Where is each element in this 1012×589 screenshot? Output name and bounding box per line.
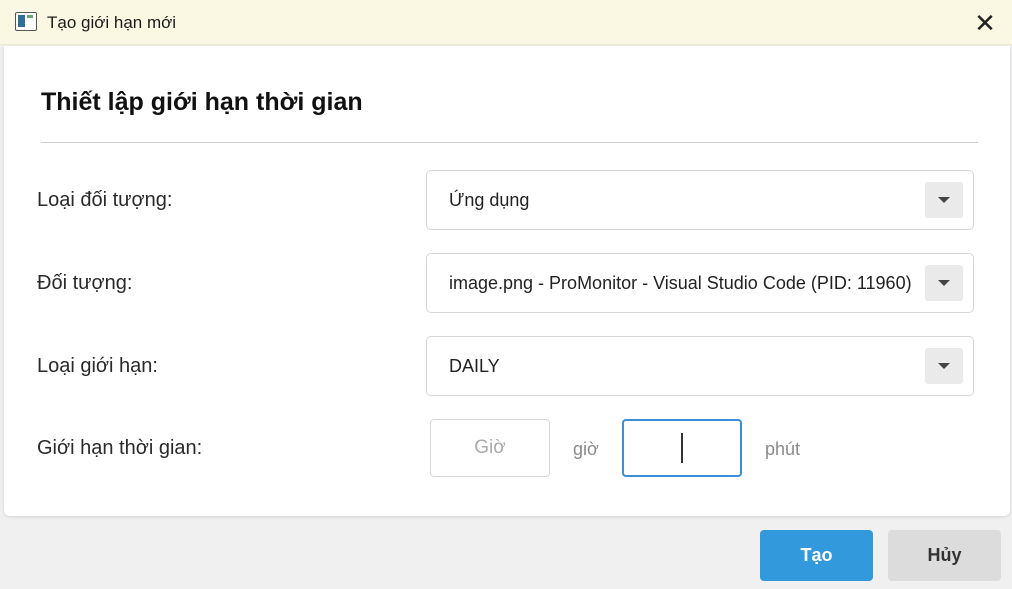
close-icon: ✕ (974, 7, 996, 38)
object-type-select[interactable]: Ứng dụng (426, 170, 974, 230)
limit-type-label: Loại giới hạn: (37, 355, 158, 377)
minutes-unit-label: phút (765, 439, 801, 459)
hours-unit-label: giờ (573, 439, 599, 459)
object-type-dropdown-button[interactable] (925, 182, 963, 218)
limit-type-select[interactable]: DAILY (426, 336, 974, 396)
chevron-down-icon (938, 280, 950, 286)
form-heading: Thiết lập giới hạn thời gian (41, 88, 363, 116)
window-title: Tạo giới hạn mới (47, 13, 177, 32)
chevron-down-icon (938, 363, 950, 369)
title-bar: Tạo giới hạn mới ✕ (0, 0, 1012, 45)
time-limit-label: Giới hạn thời gian: (37, 437, 203, 459)
object-value: image.png - ProMonitor - Visual Studio C… (449, 273, 912, 293)
object-dropdown-button[interactable] (925, 265, 963, 301)
limit-type-value: DAILY (449, 356, 500, 376)
object-type-label: Loại đối tượng: (37, 189, 173, 211)
heading-divider (41, 142, 978, 143)
object-label: Đối tượng: (37, 272, 133, 294)
cancel-button[interactable]: Hủy (888, 530, 1001, 581)
text-caret (681, 433, 683, 463)
chevron-down-icon (938, 197, 950, 203)
object-type-value: Ứng dụng (449, 190, 530, 210)
object-select[interactable]: image.png - ProMonitor - Visual Studio C… (426, 253, 974, 313)
create-button[interactable]: Tạo (760, 530, 873, 581)
app-window-icon (15, 12, 37, 31)
limit-type-dropdown-button[interactable] (925, 348, 963, 384)
hours-input[interactable] (430, 419, 550, 477)
close-button[interactable]: ✕ (966, 4, 1004, 42)
